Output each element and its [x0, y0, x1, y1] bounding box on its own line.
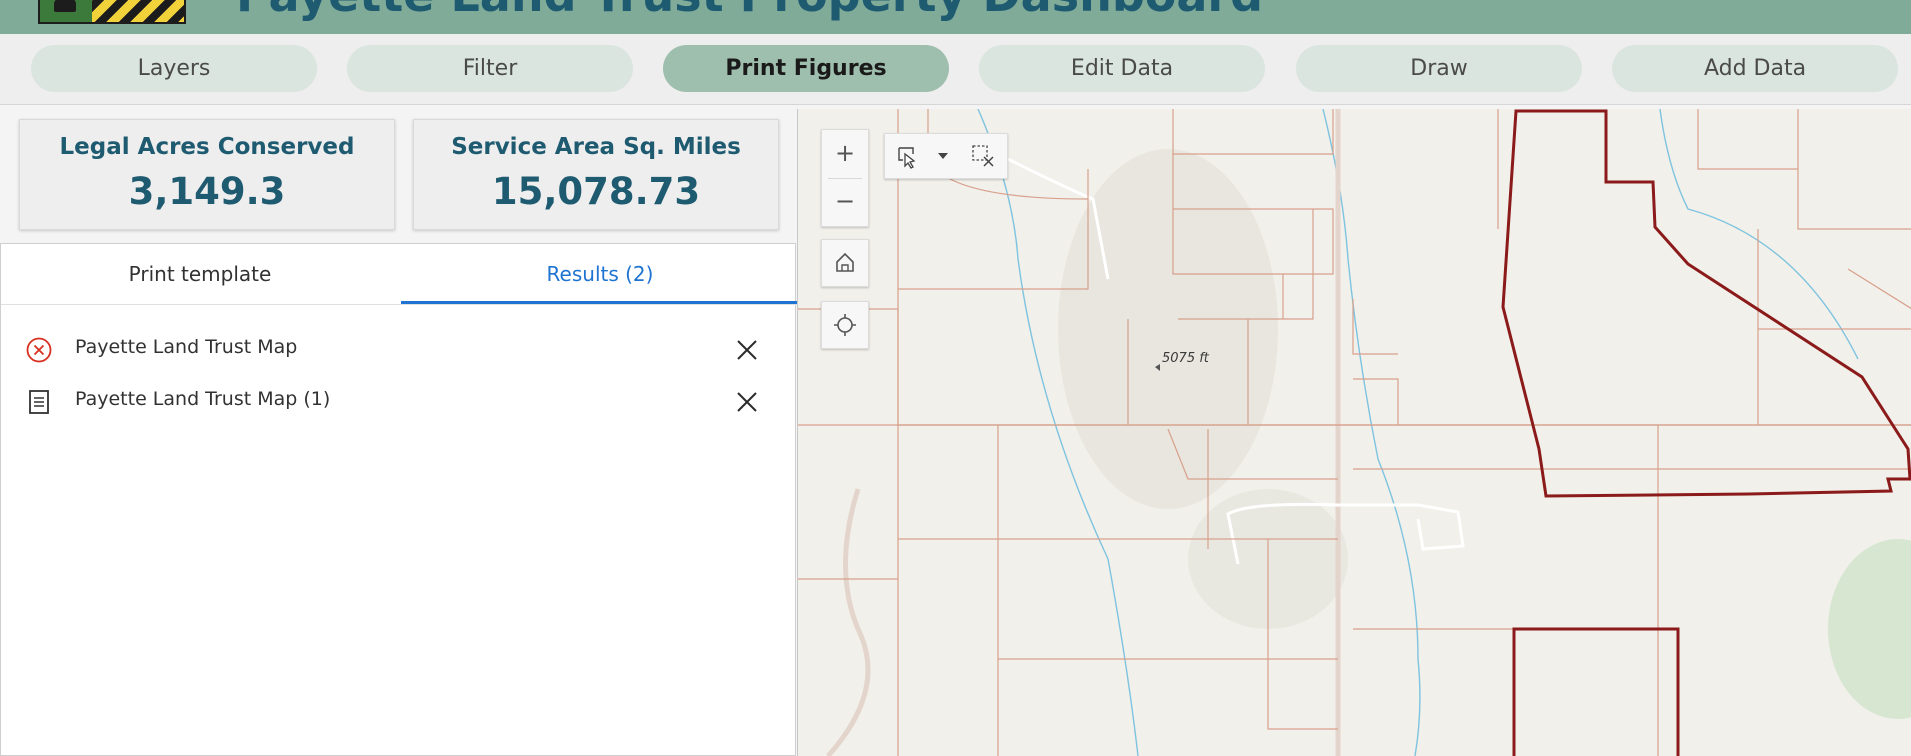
nav-filter-button[interactable]: Filter	[347, 45, 633, 92]
home-button[interactable]	[821, 239, 869, 287]
print-panel: Print template Results (2) Payette Land …	[0, 243, 799, 756]
page-title: Payette Land Trust Property Dashboard	[236, 0, 1263, 22]
logo-stripes	[92, 0, 184, 22]
map-view[interactable]: 5075 ft + −	[797, 109, 1911, 756]
tab-divider	[1, 304, 797, 305]
nav-add-data-button[interactable]: Add Data	[1612, 45, 1898, 92]
stat-label: Service Area Sq. Miles	[451, 134, 741, 160]
document-icon	[29, 390, 49, 414]
select-icon[interactable]	[891, 140, 923, 172]
app-header: Payette Land Trust Property Dashboard	[0, 0, 1911, 34]
stat-value: 15,078.73	[491, 170, 701, 213]
tree-icon	[54, 0, 76, 12]
nav-print-figures-button[interactable]: Print Figures	[663, 45, 949, 92]
result-name: Payette Land Trust Map	[75, 336, 298, 358]
stat-card-acres: Legal Acres Conserved 3,149.3	[19, 119, 395, 230]
clear-selection-icon[interactable]	[967, 140, 999, 172]
logo	[38, 0, 186, 24]
result-row[interactable]: Payette Land Trust Map (1)	[1, 376, 797, 426]
zoom-controls: + −	[821, 129, 869, 227]
map-canvas[interactable]: 5075 ft	[798, 109, 1911, 756]
nav-bar: Layers Filter Print Figures Edit Data Dr…	[0, 34, 1911, 105]
nav-layers-button[interactable]: Layers	[31, 45, 317, 92]
close-icon[interactable]	[733, 388, 761, 416]
nav-draw-button[interactable]: Draw	[1296, 45, 1582, 92]
error-circle-icon	[26, 337, 52, 363]
result-row[interactable]: Payette Land Trust Map	[1, 324, 797, 374]
locate-icon[interactable]	[822, 302, 868, 348]
dropdown-icon[interactable]	[933, 146, 953, 166]
stat-card-service-area: Service Area Sq. Miles 15,078.73	[413, 119, 779, 230]
selection-toolbar	[884, 133, 1008, 179]
zoom-in-icon[interactable]: +	[822, 130, 868, 176]
stat-value: 3,149.3	[128, 170, 286, 213]
tab-results[interactable]: Results (2)	[401, 244, 799, 304]
result-name: Payette Land Trust Map (1)	[75, 388, 331, 410]
zoom-out-icon[interactable]: −	[822, 178, 868, 224]
elevation-label: 5075 ft	[1162, 351, 1210, 366]
home-icon[interactable]	[822, 240, 868, 286]
locate-button[interactable]	[821, 301, 869, 349]
close-icon[interactable]	[733, 336, 761, 364]
tab-print-template[interactable]: Print template	[1, 244, 399, 304]
nav-edit-data-button[interactable]: Edit Data	[979, 45, 1265, 92]
stat-label: Legal Acres Conserved	[59, 134, 355, 160]
